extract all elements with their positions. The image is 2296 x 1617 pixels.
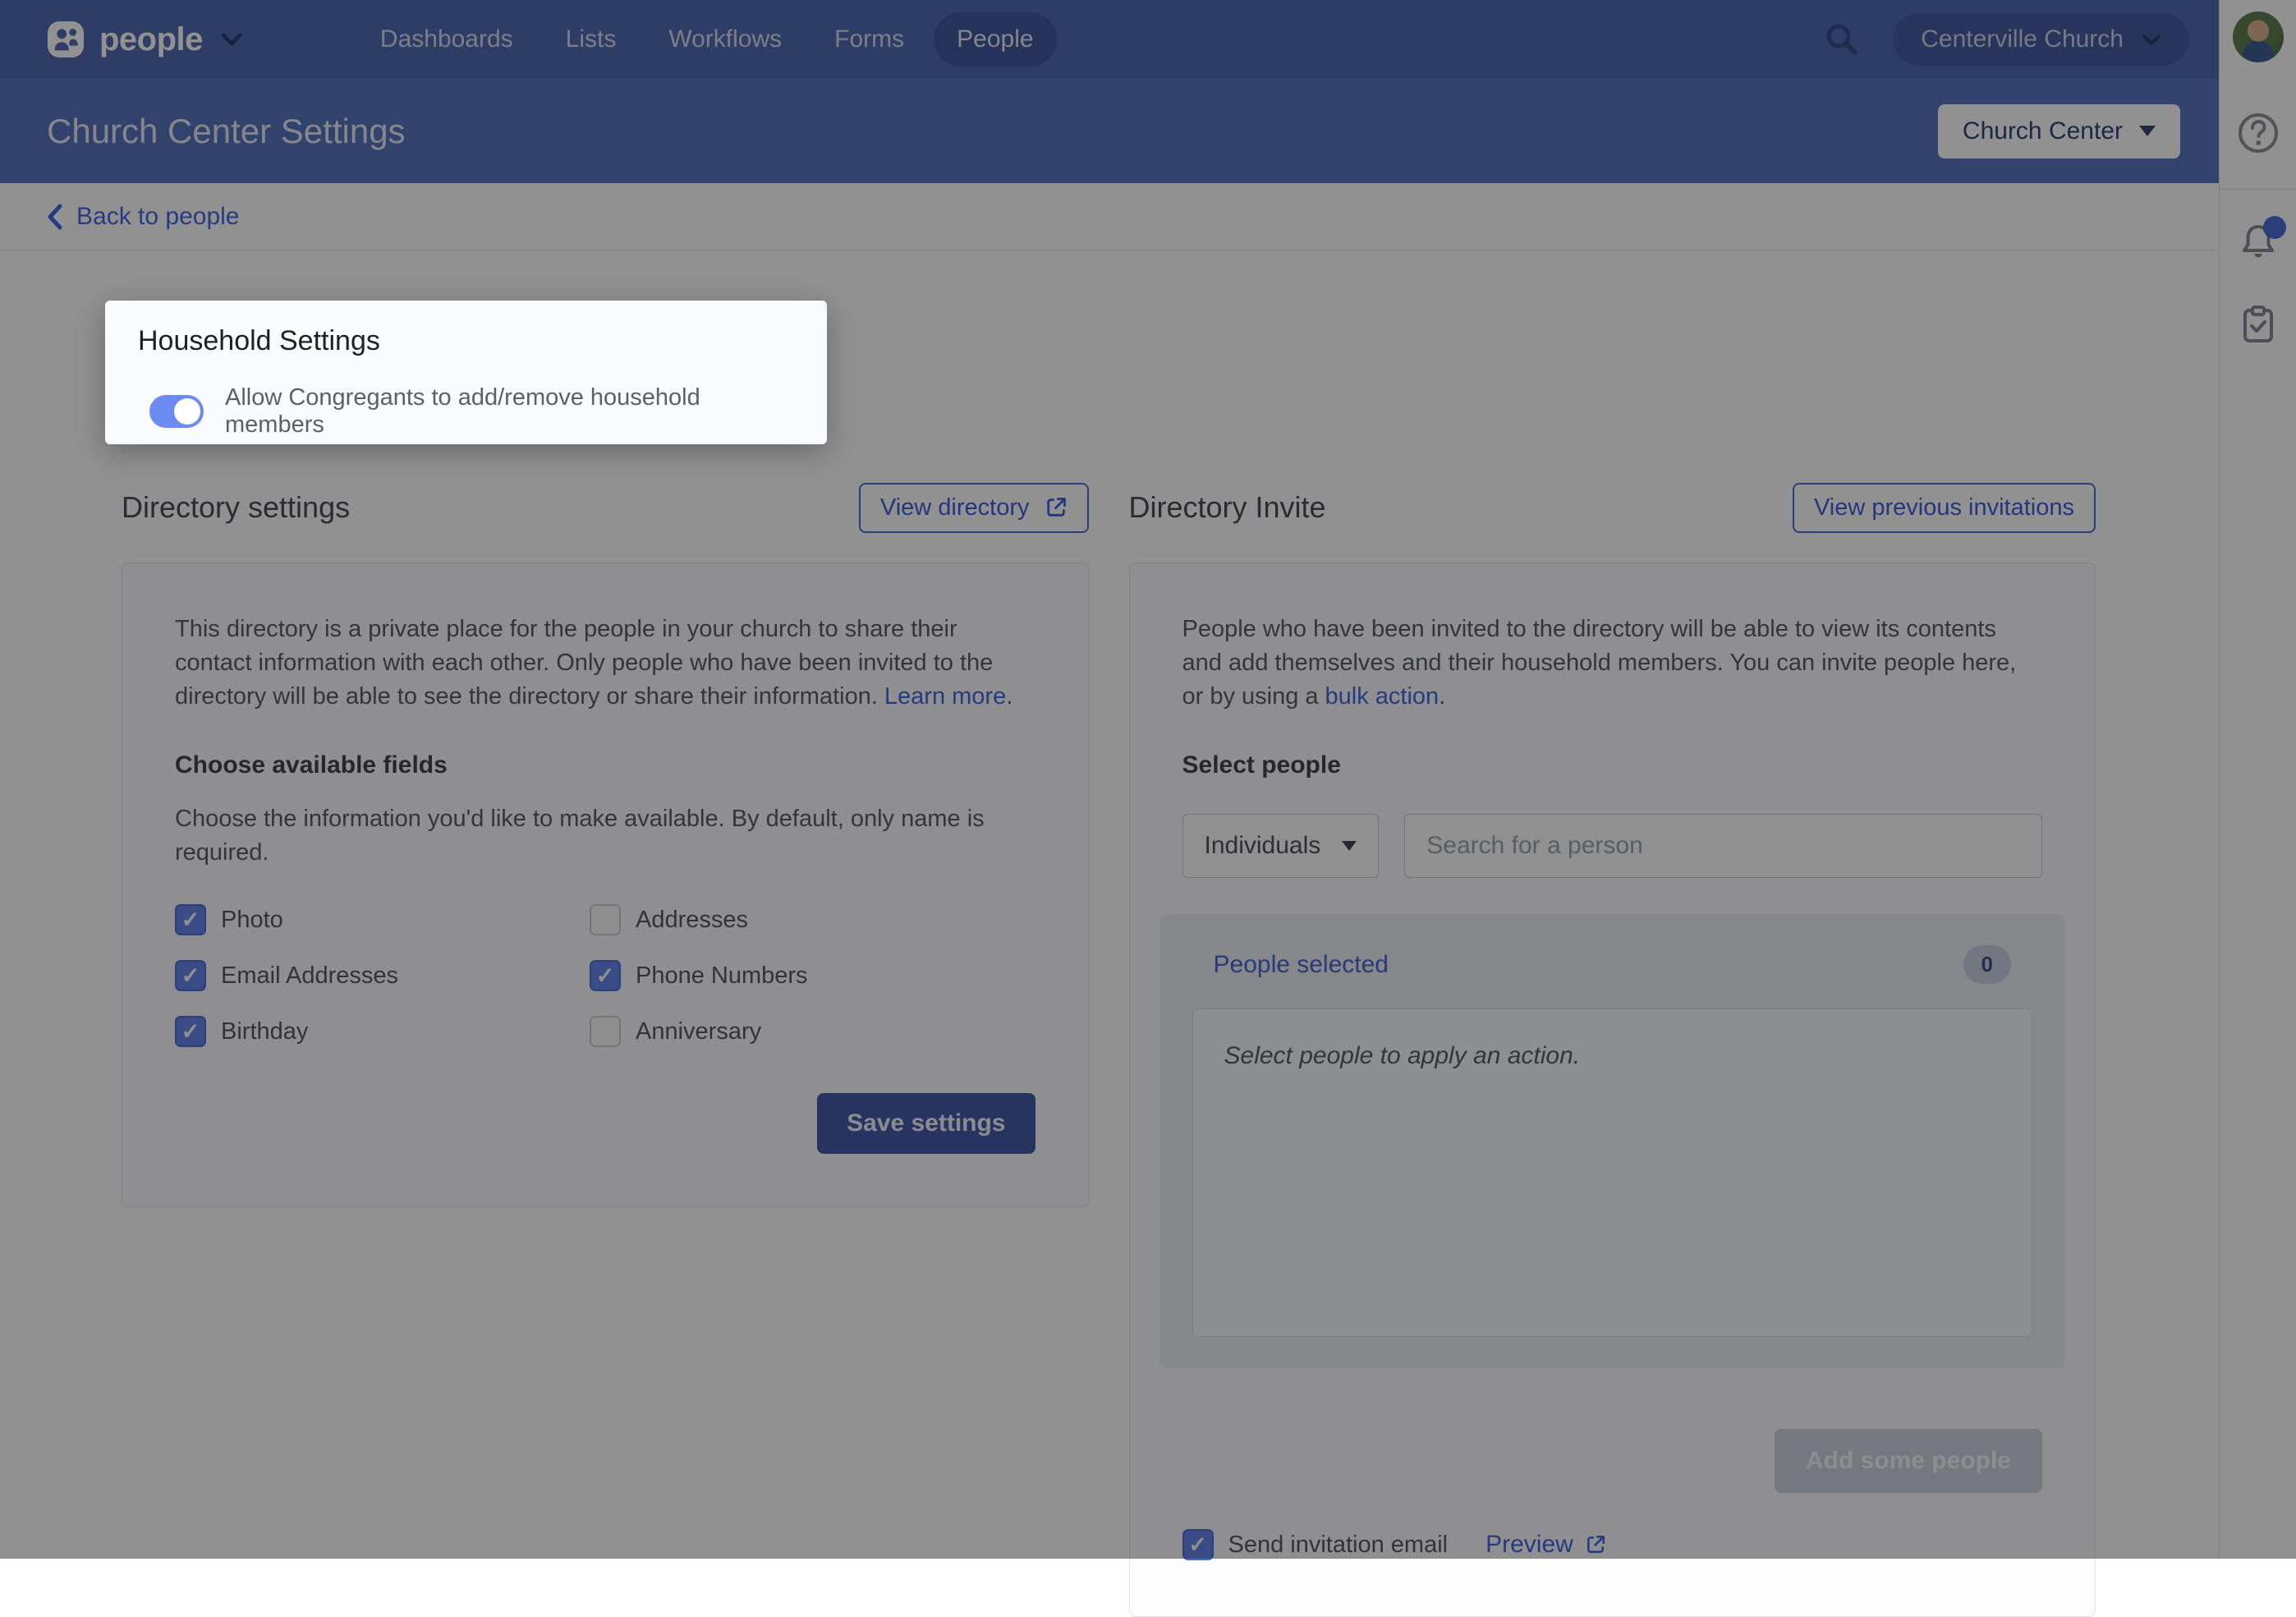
household-members-toggle[interactable] [149, 395, 204, 428]
dim-overlay [0, 0, 2296, 1559]
household-members-toggle-label: Allow Congregants to add/remove househol… [225, 384, 794, 439]
toggle-knob [174, 398, 200, 425]
household-settings-title: Household Settings [138, 324, 794, 358]
household-settings-card: Household Settings Allow Congregants to … [105, 301, 827, 444]
